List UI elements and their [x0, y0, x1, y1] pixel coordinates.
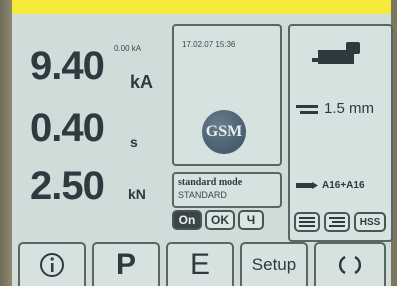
- setup-button[interactable]: Setup: [240, 242, 308, 286]
- stack-center-icon: [329, 217, 345, 227]
- mode-selector[interactable]: standard mode STANDARD: [172, 172, 282, 208]
- hss-button[interactable]: HSS: [354, 212, 386, 232]
- program-button[interactable]: P: [92, 242, 160, 286]
- info-button[interactable]: [18, 242, 86, 286]
- current-reference: 0.00 kA: [114, 44, 142, 53]
- refresh-button[interactable]: [314, 242, 386, 286]
- material-icon: [296, 182, 318, 189]
- material-value: A16+A16: [322, 180, 365, 191]
- edit-button[interactable]: E: [166, 242, 234, 286]
- force-value: 2.50: [30, 164, 105, 208]
- current-value: 9.40: [30, 44, 105, 88]
- pulse-button[interactable]: Ч: [238, 210, 264, 230]
- stack-icon: [299, 217, 315, 227]
- thickness-value: 1.5 mm: [324, 100, 375, 117]
- refresh-icon: [338, 255, 362, 275]
- align-left-button[interactable]: [294, 212, 320, 232]
- align-center-button[interactable]: [324, 212, 350, 232]
- current-unit: kA: [130, 72, 154, 92]
- datetime-label: 17.02.07 15:36: [182, 40, 236, 49]
- sheet-thickness-icon: [296, 105, 318, 114]
- yellow-header-strip: [12, 0, 397, 14]
- on-button[interactable]: On: [172, 210, 202, 230]
- time-unit: s: [130, 134, 138, 150]
- mode-title: standard mode: [178, 177, 243, 188]
- welding-gun-icon: [312, 42, 360, 64]
- settings-panel: 1.5 mm A16+A16 HSS: [288, 24, 393, 242]
- time-value: 0.40: [30, 106, 105, 150]
- readout-panel: 9.40 0.00 kA kA 0.40 s 2.50 kN: [18, 24, 168, 238]
- info-icon: [40, 253, 64, 277]
- bezel-left: [0, 0, 12, 286]
- mode-subtitle: STANDARD: [178, 190, 227, 200]
- display-screen: 9.40 0.00 kA kA 0.40 s 2.50 kN 17.02.07 …: [12, 14, 393, 286]
- ok-button[interactable]: OK: [205, 210, 235, 230]
- gsm-logo: GSM: [202, 110, 246, 154]
- force-unit: kN: [128, 186, 146, 202]
- gsm-logo-text: GSM: [205, 123, 243, 140]
